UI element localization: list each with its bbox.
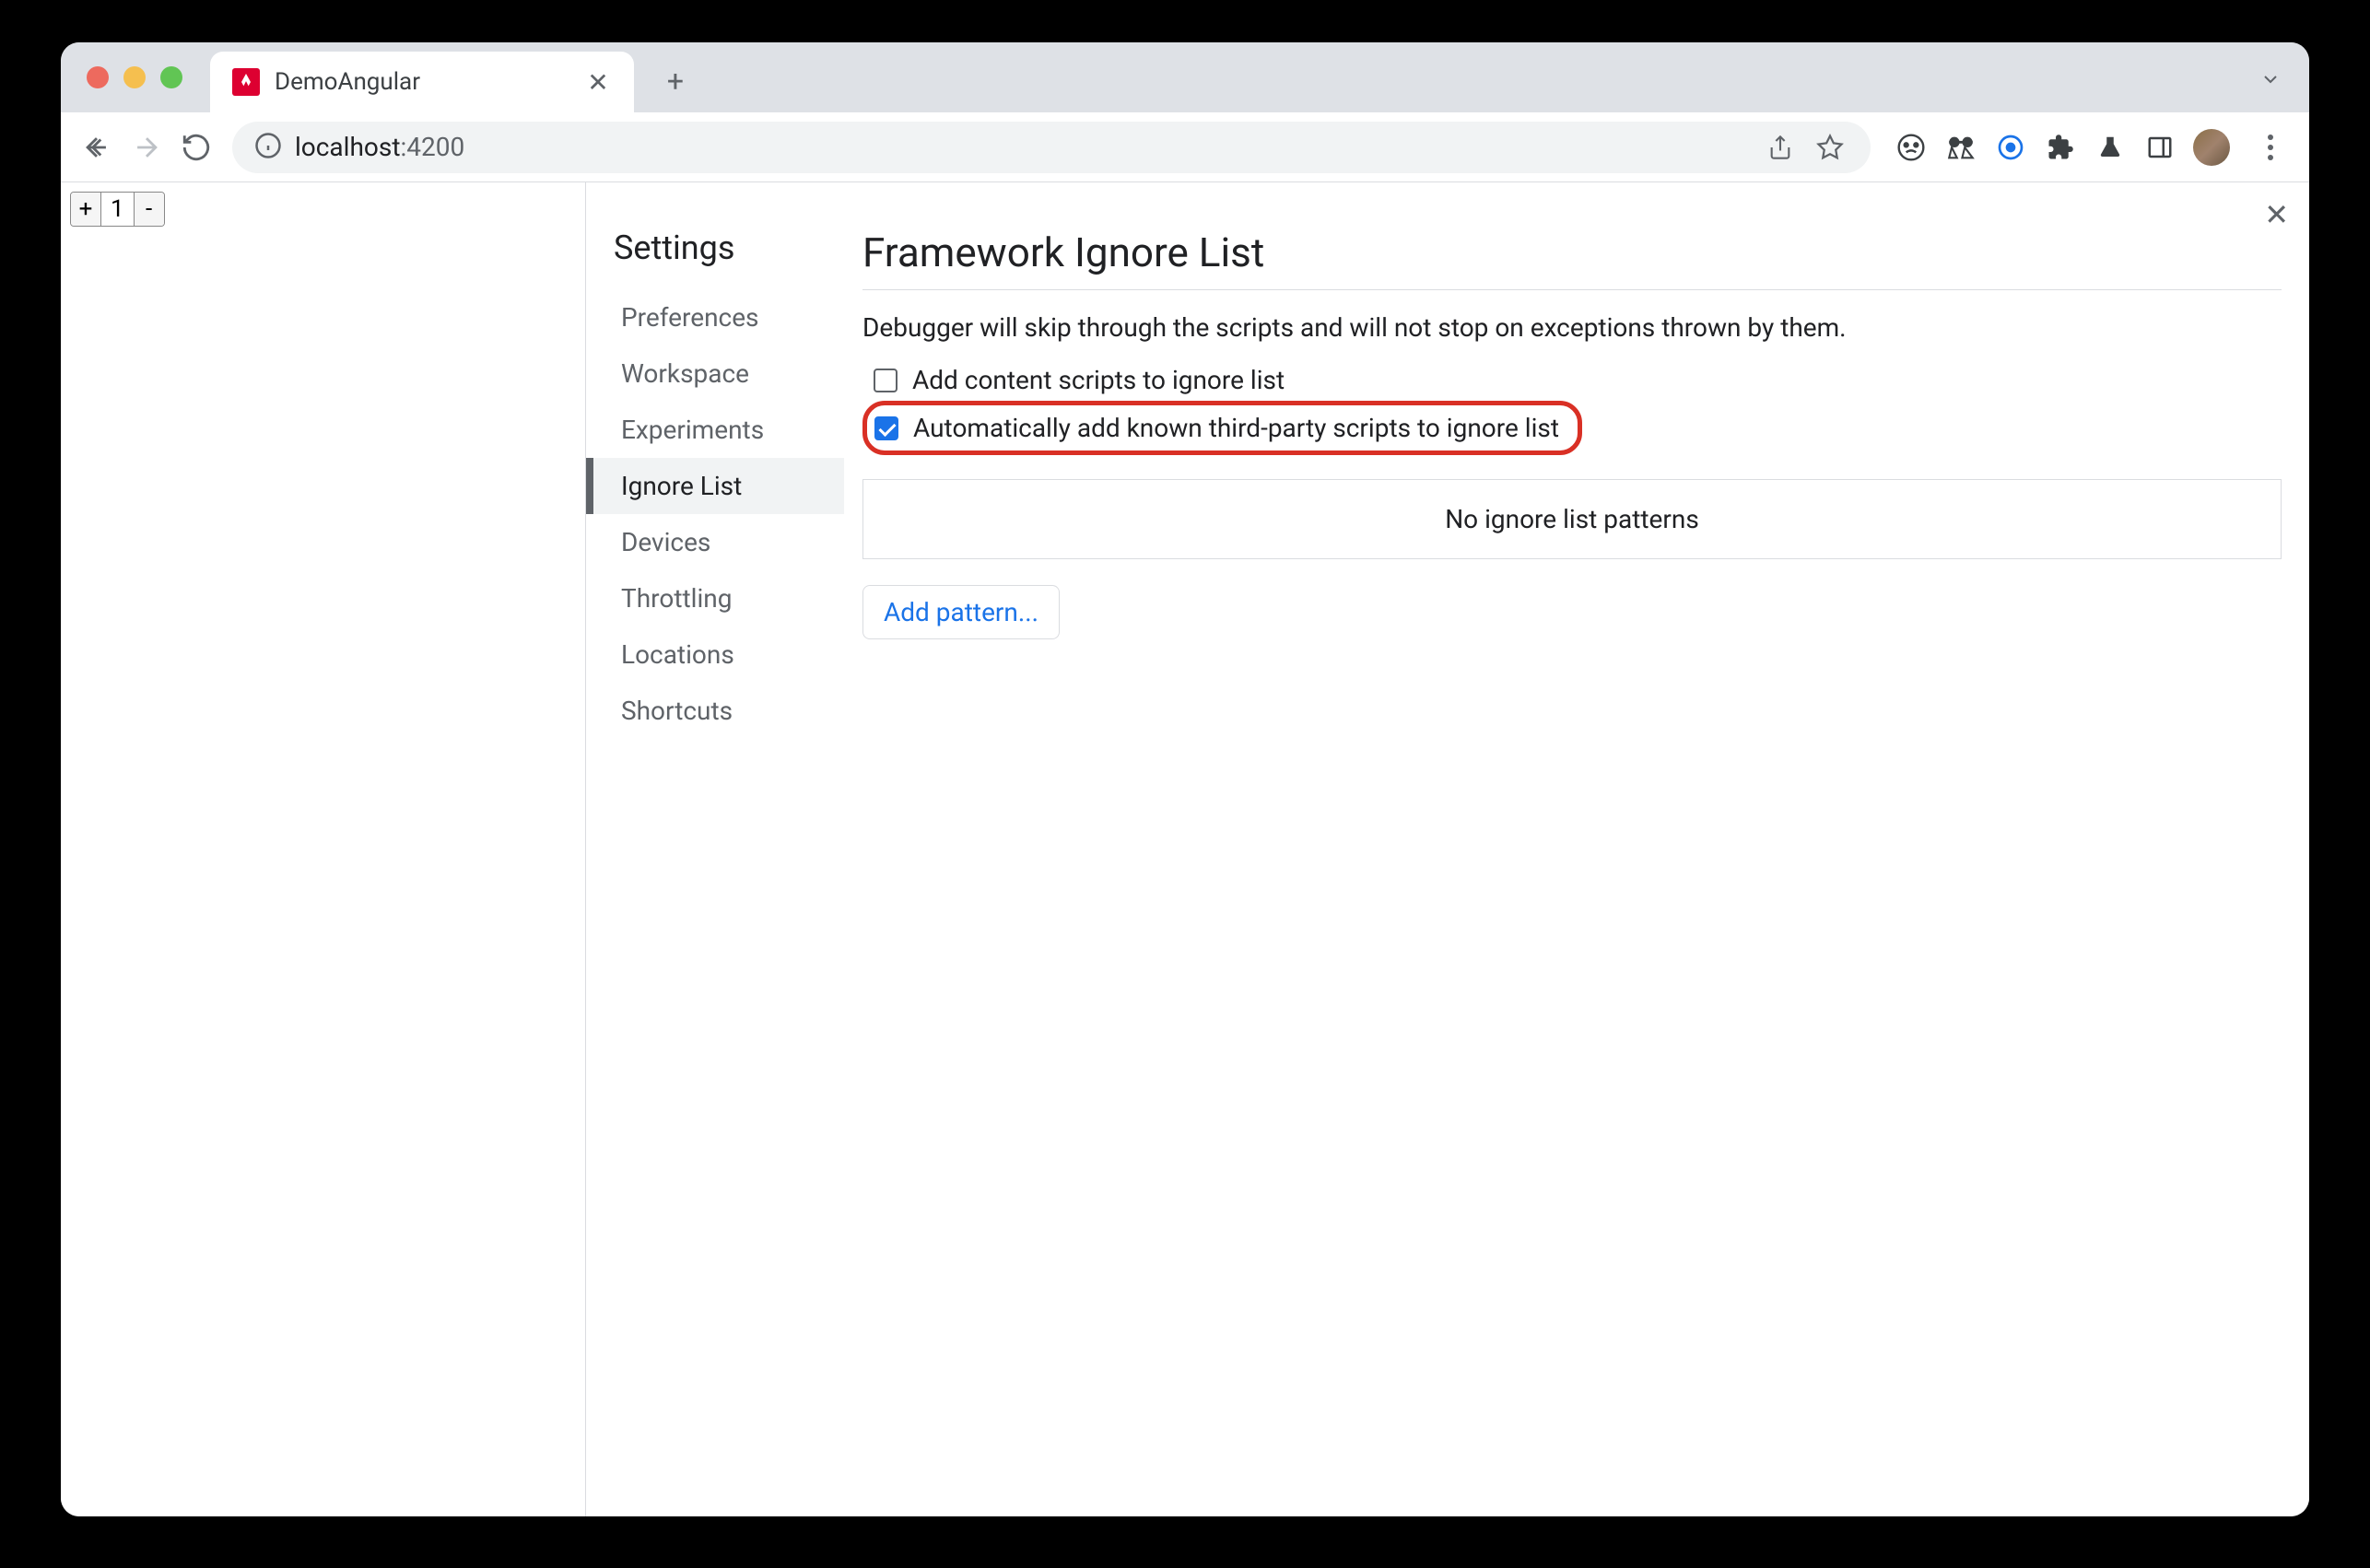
decrement-button[interactable]: - [135, 193, 164, 226]
tab-overflow-chevron-icon[interactable] [2259, 66, 2282, 97]
browser-window: DemoAngular ✕ + localhost:4200 [61, 42, 2309, 1516]
sidebar-item-ignore-list[interactable]: Ignore List [586, 458, 844, 514]
extension-icon-3[interactable] [1994, 131, 2027, 164]
settings-sidebar: Settings Preferences Workspace Experimen… [586, 182, 844, 1516]
tab-close-icon[interactable]: ✕ [584, 68, 612, 96]
sidebar-item-throttling[interactable]: Throttling [586, 570, 844, 626]
settings-heading: Framework Ignore List [862, 228, 2282, 290]
address-bar: localhost:4200 [61, 112, 2309, 182]
tab-title: DemoAngular [275, 68, 569, 96]
pattern-list-empty: No ignore list patterns [862, 479, 2282, 559]
settings-description: Debugger will skip through the scripts a… [862, 312, 2282, 343]
extensions-puzzle-icon[interactable] [2044, 131, 2077, 164]
forward-button[interactable] [123, 124, 170, 170]
url-bar[interactable]: localhost:4200 [232, 122, 1871, 173]
browser-tab[interactable]: DemoAngular ✕ [210, 52, 634, 112]
window-maximize-button[interactable] [160, 66, 182, 88]
share-icon[interactable] [1762, 129, 1799, 166]
checkbox-label: Add content scripts to ignore list [912, 365, 1285, 395]
close-icon[interactable]: ✕ [2264, 197, 2289, 232]
browser-menu-button[interactable] [2252, 135, 2289, 160]
checkbox-third-party-scripts[interactable] [874, 416, 898, 440]
counter-value: 1 [100, 193, 135, 226]
sidebar-item-locations[interactable]: Locations [586, 626, 844, 683]
bookmark-star-icon[interactable] [1812, 129, 1848, 166]
sidebar-item-devices[interactable]: Devices [586, 514, 844, 570]
settings-title: Settings [586, 210, 844, 289]
content-area: + 1 - ✕ Settings Preferences Workspace E… [61, 182, 2309, 1516]
increment-button[interactable]: + [71, 193, 100, 226]
counter-widget: + 1 - [70, 192, 165, 227]
sidebar-item-experiments[interactable]: Experiments [586, 402, 844, 458]
back-button[interactable] [74, 124, 120, 170]
settings-content: Framework Ignore List Debugger will skip… [844, 182, 2309, 1516]
window-minimize-button[interactable] [123, 66, 146, 88]
window-close-button[interactable] [87, 66, 109, 88]
reload-button[interactable] [173, 124, 219, 170]
new-tab-button[interactable]: + [652, 58, 698, 104]
checkbox-row-content-scripts: Add content scripts to ignore list [874, 365, 2282, 395]
extension-icons [1895, 129, 2230, 166]
add-pattern-button[interactable]: Add pattern... [862, 585, 1060, 639]
profile-avatar[interactable] [2193, 129, 2230, 166]
page-content: + 1 - [61, 182, 586, 1516]
url-text: localhost:4200 [295, 132, 1749, 162]
angular-favicon [232, 68, 260, 96]
site-info-icon[interactable] [254, 132, 282, 163]
traffic-lights [87, 66, 182, 88]
side-panel-icon[interactable] [2143, 131, 2176, 164]
sidebar-item-shortcuts[interactable]: Shortcuts [586, 683, 844, 739]
devtools-settings-panel: ✕ Settings Preferences Workspace Experim… [586, 182, 2309, 1516]
extension-icon-2[interactable] [1944, 131, 1977, 164]
highlighted-checkbox-row: Automatically add known third-party scri… [862, 401, 1582, 455]
sidebar-item-preferences[interactable]: Preferences [586, 289, 844, 345]
tab-bar: DemoAngular ✕ + [61, 42, 2309, 112]
extension-icon-flask[interactable] [2094, 131, 2127, 164]
checkbox-label: Automatically add known third-party scri… [913, 413, 1559, 443]
checkbox-content-scripts[interactable] [874, 369, 898, 392]
sidebar-item-workspace[interactable]: Workspace [586, 345, 844, 402]
extension-icon-1[interactable] [1895, 131, 1928, 164]
